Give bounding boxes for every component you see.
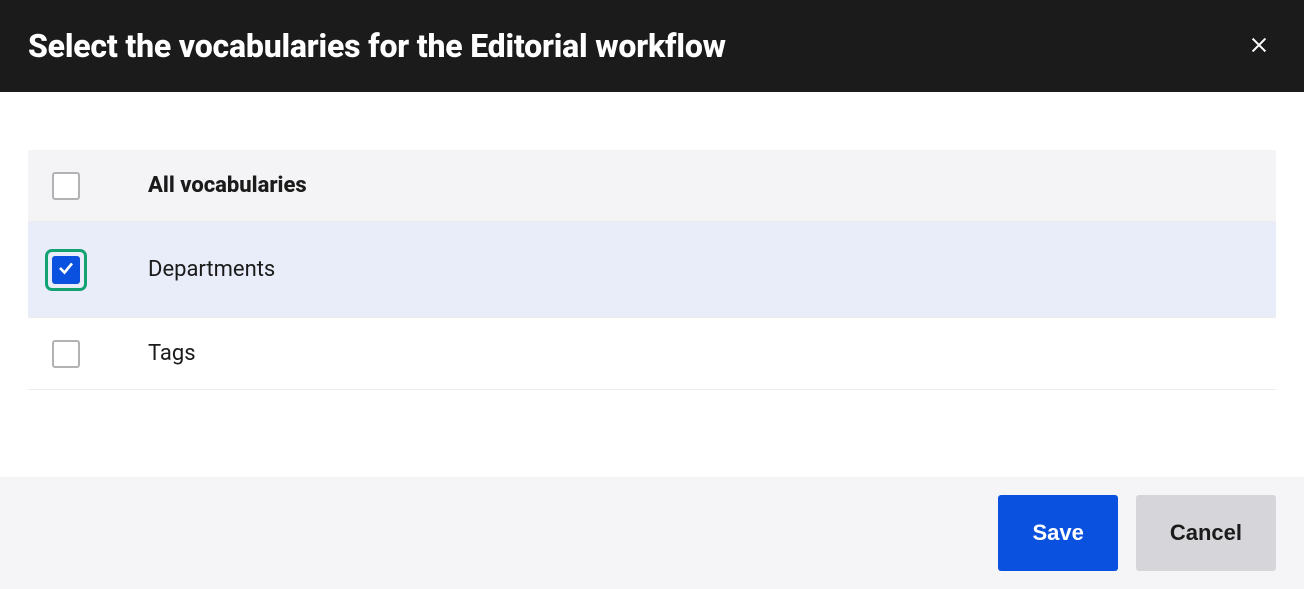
row-all-vocabularies: All vocabularies xyxy=(28,150,1276,222)
checkbox-all-vocabularies[interactable] xyxy=(52,172,80,200)
checkbox-focus-ring xyxy=(45,249,87,291)
row-tags: Tags xyxy=(28,318,1276,390)
cancel-button[interactable]: Cancel xyxy=(1136,495,1276,571)
save-button[interactable]: Save xyxy=(998,495,1117,571)
check-icon xyxy=(57,259,75,281)
label-departments: Departments xyxy=(148,257,275,282)
modal-header: Select the vocabularies for the Editoria… xyxy=(0,0,1304,92)
close-icon xyxy=(1248,44,1270,59)
label-all-vocabularies: All vocabularies xyxy=(148,173,307,198)
modal-footer: Save Cancel xyxy=(0,477,1304,589)
row-departments: Departments xyxy=(28,222,1276,318)
close-button[interactable] xyxy=(1242,28,1276,65)
checkbox-tags[interactable] xyxy=(52,340,80,368)
label-tags: Tags xyxy=(148,341,196,366)
modal-title: Select the vocabularies for the Editoria… xyxy=(28,27,726,65)
modal-body: All vocabularies Departments Tags xyxy=(0,92,1304,477)
select-vocabularies-modal: Select the vocabularies for the Editoria… xyxy=(0,0,1304,589)
checkbox-departments[interactable] xyxy=(52,256,80,284)
